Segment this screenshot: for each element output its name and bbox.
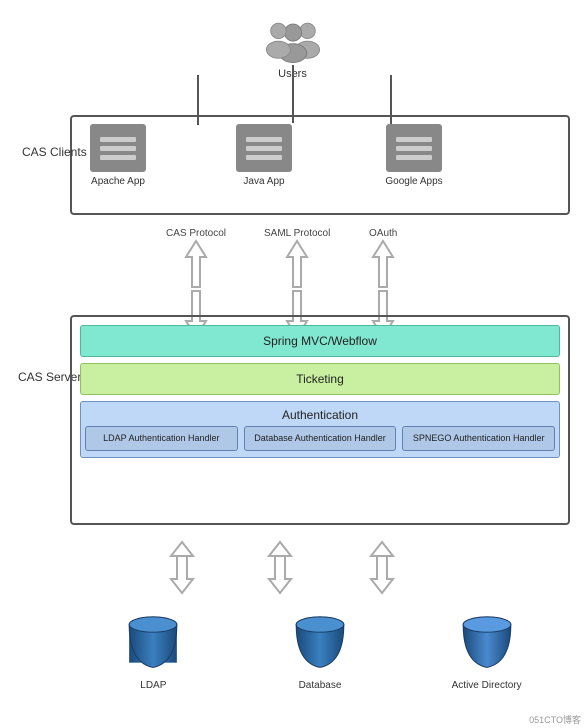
users-icon	[263, 18, 323, 66]
google-apps-label: Google Apps	[385, 176, 442, 187]
java-app-icon	[236, 124, 292, 172]
database-db-item: Database	[280, 615, 360, 691]
authentication-label: Authentication	[85, 408, 555, 422]
active-directory-db-item: Active Directory	[447, 615, 527, 691]
oauth-label: OAuth	[369, 228, 397, 239]
cas-protocol-label: CAS Protocol	[166, 228, 226, 239]
oauth-arrow	[369, 239, 397, 289]
cas-server-section: CAS Server Spring MVC/Webflow Ticketing …	[10, 310, 575, 530]
database-handler-box: Database Authentication Handler	[244, 426, 397, 451]
spnego-handler-box: SPNEGO Authentication Handler	[402, 426, 555, 451]
active-directory-db-icon	[458, 615, 516, 677]
auth-handlers: LDAP Authentication Handler Database Aut…	[85, 426, 555, 451]
database-db-label: Database	[299, 680, 342, 691]
cas-protocol-arrow	[182, 239, 210, 289]
watermark: 051CTO博客	[529, 713, 581, 726]
ldap-bottom-arrow	[167, 540, 197, 595]
ad-bottom-arrow	[367, 540, 397, 595]
google-app-icon	[386, 124, 442, 172]
spring-mvc-box: Spring MVC/Webflow	[80, 325, 560, 357]
db-bottom-arrow	[265, 540, 295, 595]
apache-app-box: Apache App	[82, 122, 154, 187]
saml-protocol-arrow	[283, 239, 311, 289]
ticketing-box: Ticketing	[80, 363, 560, 395]
database-db-icon	[291, 615, 349, 677]
ldap-arrow-svg	[167, 540, 197, 595]
google-apps-box: Google Apps	[378, 122, 450, 187]
cas-clients-label: CAS Clients	[22, 145, 87, 159]
ad-arrow-svg	[367, 540, 397, 595]
java-app-box: Java App	[228, 122, 300, 187]
databases-section: LDAP Database	[70, 615, 570, 691]
cas-server-bracket: Spring MVC/Webflow Ticketing Authenticat…	[70, 315, 570, 525]
diagram-container: Users CAS Clients Apache App Java App	[0, 0, 585, 728]
apache-app-label: Apache App	[91, 176, 145, 187]
ldap-handler-box: LDAP Authentication Handler	[85, 426, 238, 451]
ldap-db-label: LDAP	[140, 680, 166, 691]
cas-clients-section: CAS Clients Apache App Java App	[10, 110, 575, 220]
ldap-db-icon	[124, 615, 182, 677]
ldap-db-item: LDAP	[113, 615, 193, 691]
active-directory-label: Active Directory	[452, 680, 522, 691]
apache-app-icon	[90, 124, 146, 172]
authentication-container: Authentication LDAP Authentication Handl…	[80, 401, 560, 458]
java-app-label: Java App	[243, 176, 284, 187]
db-arrow-svg	[265, 540, 295, 595]
saml-protocol-label: SAML Protocol	[264, 228, 330, 239]
